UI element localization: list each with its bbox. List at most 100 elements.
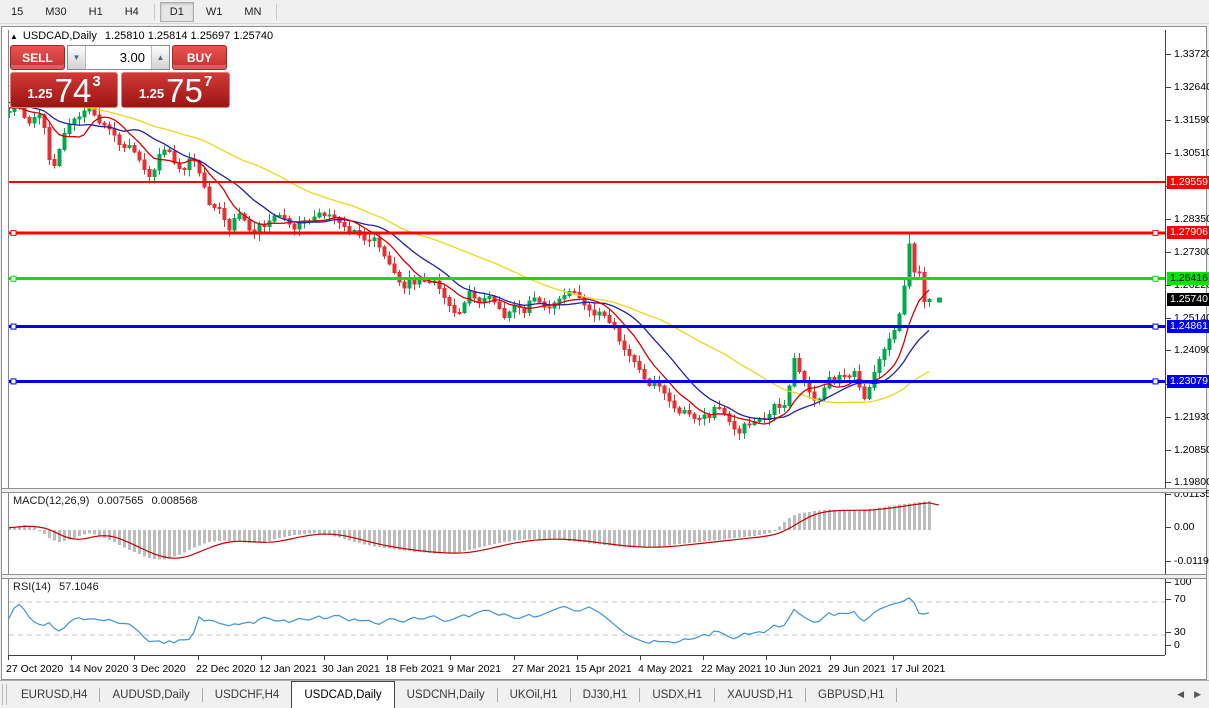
price-level-badge: 1.29559 [1167,176,1209,189]
date-label: 9 Mar 2021 [448,663,502,675]
tab-dj30[interactable]: DJ30,H1 [571,681,640,708]
timeframe-button-h1[interactable]: H1 [79,2,113,22]
date-tick [514,656,515,660]
timeframe-toolbar: 15 M30 H1 H4 D1 W1 MN [0,0,1209,24]
timeframe-button-mn[interactable]: MN [234,2,271,22]
date-tick [577,656,578,660]
date-tick [324,656,325,660]
volume-increase-icon[interactable]: ▲ [151,46,169,69]
symbol-tab-bar: EURUSD,H4 AUDUSD,Daily USDCHF,H4 USDCAD,Dai… [0,680,1209,708]
date-label: 18 Feb 2021 [385,663,444,675]
date-label: 30 Jan 2021 [322,663,380,675]
timeframe-button-w1[interactable]: W1 [196,2,233,22]
bid-price-box[interactable]: 1.25 74 3 [10,72,118,108]
price-axis[interactable]: 1.337201.326401.315901.305101.294301.283… [1165,30,1209,655]
volume-decrease-icon[interactable]: ▼ [68,46,86,69]
rsi-label: RSI(14) 57.1046 [13,581,104,593]
timeframe-button-m30[interactable]: M30 [35,2,76,22]
price-tick-label: 1.24090 [1166,344,1209,357]
tab-ukoil[interactable]: UKOil,H1 [498,681,570,708]
macd-tick-label: -0.01190 [1166,555,1209,568]
tab-usdcad[interactable]: USDCAD,Daily [291,681,395,708]
date-label: 10 Jun 2021 [764,663,822,675]
chart-window: ▲ USDCAD,Daily 1.25810 1.25814 1.25697 1… [1,26,1209,680]
tabbar-grip [2,684,7,705]
date-label: 15 Apr 2021 [575,663,632,675]
date-tick [71,656,72,660]
bid-price-prefix: 1.25 [27,86,53,101]
time-axis[interactable]: 27 Oct 2020 14 Nov 2020 3 Dec 2020 22 Dec 2… [6,655,1165,679]
price-tick-label: 1.28350 [1166,213,1209,226]
date-tick [703,656,704,660]
toolbar-separator [276,3,278,20]
tab-xauusd[interactable]: XAUUSD,H1 [715,681,805,708]
buy-button[interactable]: BUY [172,45,227,70]
tab-scroll-left-icon[interactable]: ◀ [1177,689,1184,700]
date-tick [640,656,641,660]
ask-price-big: 75 [166,72,203,109]
price-tick-label: 1.21930 [1166,411,1209,424]
price-tick-label: 1.33720 [1166,48,1209,61]
tab-scroll-right-icon[interactable]: ▶ [1194,689,1201,700]
volume-stepper: ▼ ▲ [67,45,170,70]
date-tick [261,656,262,660]
date-label: 14 Nov 2020 [69,663,129,675]
date-label: 27 Mar 2021 [512,663,571,675]
ask-price-prefix: 1.25 [138,86,165,101]
rsi-pane[interactable]: RSI(14) 57.1046 [8,579,1165,655]
price-tick-label: 1.30510 [1166,147,1209,160]
ohlc-values: 1.25810 1.25814 1.25697 1.25740 [104,30,274,42]
timeframe-button-h4[interactable]: H4 [115,2,149,22]
price-level-badge: 1.26416 [1167,272,1209,285]
date-label: 3 Dec 2020 [132,663,186,675]
rsi-value: 57.1046 [58,581,99,593]
tab-usdx[interactable]: USDX,H1 [640,681,714,708]
timeframe-button-d1[interactable]: D1 [159,1,194,22]
ask-price-box[interactable]: 1.25 75 7 [121,72,230,108]
date-tick [766,656,767,660]
macd-pane[interactable]: MACD(12,26,9) 0.007565 0.008568 [8,493,1165,574]
date-tick [198,656,199,660]
date-label: 29 Jun 2021 [828,663,886,675]
rsi-tick-label: 0 [1166,639,1180,652]
macd-label: MACD(12,26,9) 0.007565 0.008568 [13,495,202,507]
chart-title: ▲ USDCAD,Daily 1.25810 1.25814 1.25697 1… [10,29,273,43]
date-label: 22 May 2021 [701,663,762,675]
date-tick [8,656,9,660]
rsi-name: RSI(14) [13,581,51,593]
tab-eurusd[interactable]: EURUSD,H4 [9,681,99,708]
rsi-tick-label: 30 [1166,626,1186,639]
date-tick [387,656,388,660]
rsi-tick-label: 70 [1166,593,1186,606]
date-label: 4 May 2021 [638,663,693,675]
macd-value-main: 0.007565 [97,495,144,507]
sell-button[interactable]: SELL [10,45,65,70]
tab-separator [896,687,898,702]
tab-usdcnh[interactable]: USDCNH,Daily [395,681,497,708]
symbol-timeframe-label: USDCAD,Daily [22,30,97,42]
date-tick [830,656,831,660]
tab-gbpusd[interactable]: GBPUSD,H1 [806,681,896,708]
one-click-trade-panel: SELL ▼ ▲ BUY 1.25 74 3 1.25 75 7 [10,45,230,108]
trading-terminal: { "toolbar": { "timeframes": [ {"label":… [0,0,1209,708]
bid-price-big: 74 [54,72,92,109]
price-level-badge: 1.23079 [1167,375,1209,388]
tab-audusd[interactable]: AUDUSD,Daily [100,681,201,708]
tab-usdchf[interactable]: USDCHF,H4 [203,681,292,708]
pane-splitter[interactable] [2,574,1206,579]
toolbar-separator [153,3,155,20]
timeframe-button-15[interactable]: 15 [1,2,33,22]
rsi-line-chart[interactable] [9,579,1165,655]
date-label: 12 Jan 2021 [259,663,317,675]
date-tick [450,656,451,660]
price-level-badge: 1.24861 [1167,320,1209,333]
collapse-icon[interactable]: ▲ [10,32,18,41]
ask-price-pipette: 7 [203,73,213,90]
bid-price-pipette: 3 [92,73,101,90]
volume-input[interactable] [86,46,151,69]
pane-splitter[interactable] [2,488,1206,493]
price-tick-label: 1.27300 [1166,246,1209,259]
macd-value-signal: 0.008568 [151,495,198,507]
date-label: 27 Oct 2020 [6,663,64,675]
date-label: 17 Jul 2021 [891,663,946,675]
